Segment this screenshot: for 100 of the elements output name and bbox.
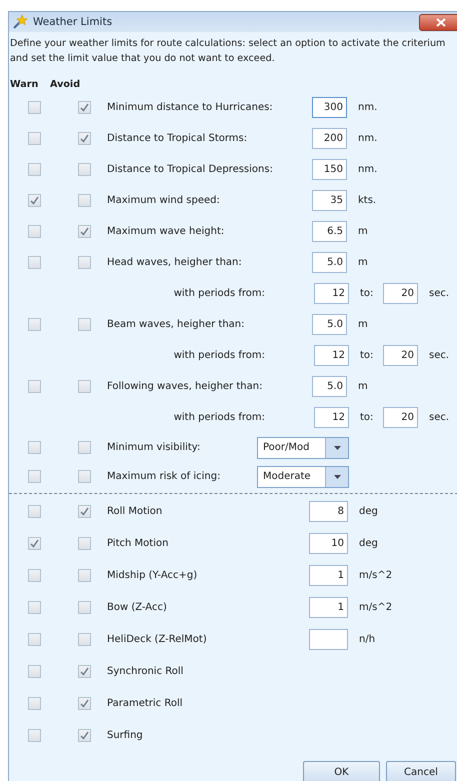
value-field[interactable]: 200	[312, 128, 347, 149]
warn-checkbox[interactable]	[28, 101, 40, 114]
warn-checkbox[interactable]	[28, 600, 40, 614]
window-title: Weather Limits	[33, 16, 112, 28]
close-button[interactable]	[419, 14, 457, 30]
warn-checkbox[interactable]	[28, 163, 40, 176]
description-text: Define your weather limits for route calculations: select an option to activate the criterium and set the limit value that you do not want to exceed.	[9, 37, 446, 66]
value-field[interactable]: 150	[312, 159, 347, 180]
column-header: Avoid	[50, 78, 80, 90]
value-field[interactable]: 5.0	[312, 314, 347, 335]
period-from-field[interactable]: 12	[314, 345, 349, 366]
warn-checkbox[interactable]	[28, 225, 40, 238]
period-to-field[interactable]: 20	[383, 407, 418, 428]
dropdown[interactable]: Poor/Mod	[257, 436, 349, 458]
unit-label: kts.	[358, 195, 376, 206]
unit-label: sec.	[429, 412, 450, 423]
value-field[interactable]: 1	[309, 596, 348, 618]
motion-label: Surfing	[107, 730, 144, 740]
warn-checkbox[interactable]	[28, 470, 40, 483]
avoid-checkbox[interactable]	[78, 696, 90, 710]
to-label: to:	[360, 288, 374, 299]
column-header: Warn	[10, 78, 40, 90]
warn-checkbox[interactable]	[28, 696, 40, 710]
unit-label: sec.	[429, 350, 450, 361]
criterion-label: Beam waves, heigher than:	[107, 319, 246, 330]
avoid-checkbox[interactable]	[78, 256, 90, 269]
value-field[interactable]: 5.0	[312, 252, 347, 273]
warn-checkbox[interactable]	[28, 194, 40, 207]
avoid-checkbox[interactable]	[78, 194, 90, 207]
period-to-field[interactable]: 20	[383, 345, 418, 366]
avoid-checkbox[interactable]	[78, 536, 90, 550]
warn-checkbox[interactable]	[28, 256, 40, 269]
criterion-label: Maximum risk of icing:	[107, 471, 222, 482]
motion-label: Roll Motion	[107, 506, 164, 516]
motion-label: HeliDeck (Z-RelMot)	[107, 634, 208, 644]
unit-label: n/h	[359, 634, 376, 644]
avoid-checkbox[interactable]	[78, 728, 90, 742]
avoid-checkbox[interactable]	[78, 101, 90, 114]
period-to-field[interactable]: 20	[383, 283, 418, 304]
value-field[interactable]: 1	[309, 564, 348, 586]
unit-label: m	[358, 319, 368, 330]
unit-label: m	[358, 381, 368, 392]
avoid-checkbox[interactable]	[78, 380, 90, 393]
avoid-checkbox[interactable]	[78, 600, 90, 614]
value-field[interactable]: 5.0	[312, 376, 347, 397]
value-field[interactable]: 10	[309, 532, 348, 554]
motion-label: Bow (Z-Acc)	[107, 602, 168, 612]
value-field[interactable]	[309, 628, 348, 650]
period-label: with periods from:	[172, 288, 266, 299]
dropdown[interactable]: Moderate	[257, 466, 349, 488]
to-label: to:	[360, 412, 374, 423]
warn-checkbox[interactable]	[28, 728, 40, 742]
avoid-checkbox[interactable]	[78, 632, 90, 646]
period-label: with periods from:	[172, 412, 266, 423]
criterion-label: Maximum wave height:	[107, 226, 226, 237]
unit-label: deg	[359, 538, 378, 548]
warn-checkbox[interactable]	[28, 568, 40, 582]
avoid-checkbox[interactable]	[78, 163, 90, 176]
warn-checkbox[interactable]	[28, 380, 40, 393]
value-field[interactable]: 300	[312, 97, 347, 118]
criterion-label: Distance to Tropical Storms:	[107, 133, 248, 144]
value-field[interactable]: 6.5	[312, 221, 347, 242]
ok-button[interactable]: OK	[303, 761, 380, 781]
unit-label: m	[358, 257, 368, 268]
warn-checkbox[interactable]	[28, 504, 40, 518]
avoid-checkbox[interactable]	[78, 225, 90, 238]
period-label: with periods from:	[172, 350, 266, 361]
avoid-checkbox[interactable]	[78, 568, 90, 582]
criterion-label: Distance to Tropical Depressions:	[107, 164, 274, 175]
unit-label: m/s^2	[359, 570, 392, 580]
avoid-checkbox[interactable]	[78, 470, 90, 483]
unit-label: nm.	[358, 164, 378, 175]
unit-label: sec.	[429, 288, 450, 299]
avoid-checkbox[interactable]	[78, 664, 90, 678]
warn-checkbox[interactable]	[28, 318, 40, 331]
cancel-button[interactable]: Cancel	[386, 761, 456, 781]
warn-checkbox[interactable]	[28, 441, 40, 454]
motion-label: Synchronic Roll	[107, 666, 184, 676]
criterion-label: Head waves, heigher than:	[107, 257, 243, 268]
warn-checkbox[interactable]	[28, 632, 40, 646]
unit-label: deg	[359, 506, 378, 516]
avoid-checkbox[interactable]	[78, 132, 90, 145]
caret-icon	[334, 446, 340, 450]
unit-label: nm.	[358, 102, 378, 113]
caret-icon	[334, 474, 340, 478]
close-icon	[436, 18, 446, 26]
criterion-label: Maximum wind speed:	[107, 195, 221, 206]
warn-checkbox[interactable]	[28, 132, 40, 145]
motion-label: Pitch Motion	[107, 538, 170, 548]
period-from-field[interactable]: 12	[314, 283, 349, 304]
avoid-checkbox[interactable]	[78, 318, 90, 331]
period-from-field[interactable]: 12	[314, 407, 349, 428]
motion-label: Midship (Y-Acc+g)	[107, 570, 198, 580]
value-field[interactable]: 35	[312, 190, 347, 211]
avoid-checkbox[interactable]	[78, 504, 90, 518]
unit-label: m/s^2	[359, 602, 392, 612]
value-field[interactable]: 8	[309, 500, 348, 522]
avoid-checkbox[interactable]	[78, 441, 90, 454]
warn-checkbox[interactable]	[28, 536, 40, 550]
warn-checkbox[interactable]	[28, 664, 40, 678]
